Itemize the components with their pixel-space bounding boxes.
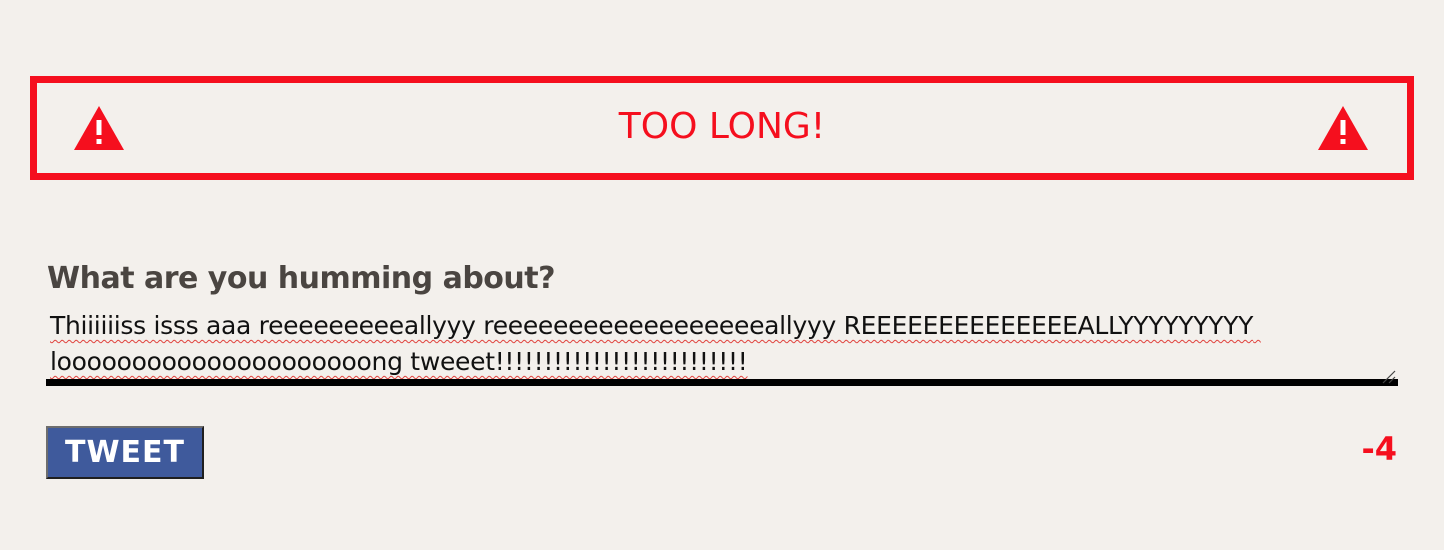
tweet-textarea[interactable]: Thiiiiiiss isss aaa reeeeeeeeeallyyy ree… [46,304,1398,386]
too-long-alert: TOO LONG! [30,76,1414,180]
resize-grip-icon[interactable] [1382,370,1396,384]
alert-message: TOO LONG! [618,106,826,147]
tweet-button[interactable]: TWEET [46,426,204,479]
character-count: -4 [1361,430,1397,468]
compose-prompt-label: What are you humming about? [47,261,556,296]
warning-icon [1316,104,1370,152]
tweet-input-container: Thiiiiiiss isss aaa reeeeeeeeeallyyy ree… [46,304,1398,394]
warning-icon [72,104,126,152]
